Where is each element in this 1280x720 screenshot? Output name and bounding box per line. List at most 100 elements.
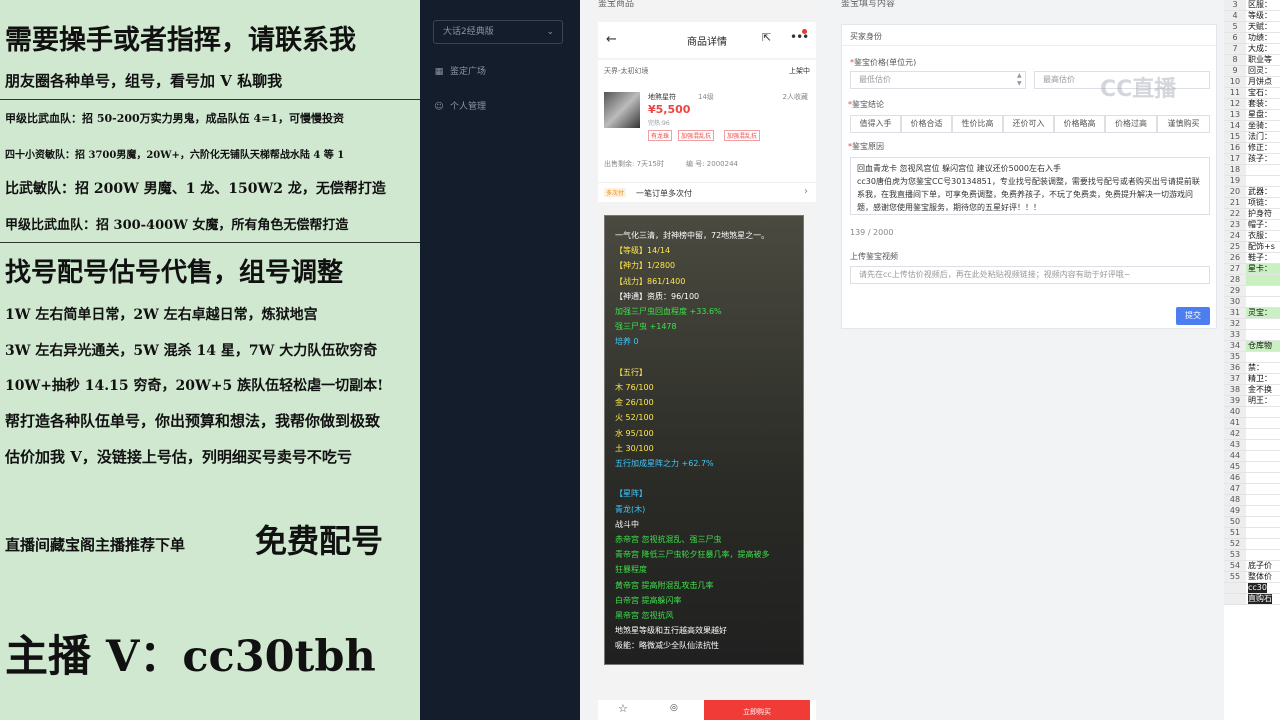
min-price-input[interactable]: 最低估价 [850,71,1026,89]
sheet-row[interactable]: 35 [1224,352,1280,363]
sheet-row[interactable]: 49 [1224,506,1280,517]
sidebar-item-personal[interactable]: ☺ 个人管理 [434,99,486,112]
sheet-row[interactable]: 54 底子价 [1224,561,1280,572]
sheet-row[interactable]: 52 [1224,539,1280,550]
sheet-row[interactable]: 40 [1224,407,1280,418]
submit-button[interactable]: 提交 [1176,307,1210,325]
row-cell: 护身符 [1248,209,1272,218]
sheet-row[interactable]: 45 [1224,462,1280,473]
row-number: 14 [1224,121,1246,131]
sheet-row[interactable]: 47 [1224,484,1280,495]
sheet-row[interactable]: 55 整体价 [1224,572,1280,583]
sidebar-item-appraisal-square[interactable]: ▦ 鉴定广场 [434,64,486,77]
sheet-row[interactable]: cc30 [1224,583,1280,594]
sheet-row[interactable]: 4 等级： [1224,11,1280,22]
installment-row[interactable]: 多次付 一笔订单多次付 › [598,182,816,202]
sheet-row[interactable]: 6 功绩： [1224,33,1280,44]
sheet-row[interactable]: 44 [1224,451,1280,462]
conclusion-option[interactable]: 性价比高 [952,115,1003,133]
sheet-row[interactable]: 50 [1224,517,1280,528]
row-number: 27 [1224,264,1246,274]
role-avatar [604,92,640,128]
buy-now-button[interactable]: 立即购买 [704,700,810,720]
sheet-row[interactable]: 17 孩子： [1224,154,1280,165]
detail-line: 白帝宫 提高躲闪率 [615,595,682,605]
sheet-row[interactable]: 25 配饰+s [1224,242,1280,253]
sheet-row[interactable]: 31 灵宝： [1224,308,1280,319]
row-number: 18 [1224,165,1246,175]
sheet-row[interactable]: 14 坐骑： [1224,121,1280,132]
conclusion-option[interactable]: 价格合适 [901,115,952,133]
stepper-icon[interactable]: ▲ ▼ [1017,72,1022,88]
share-icon[interactable]: ⇱ [762,31,771,44]
sheet-row[interactable]: 39 明王： [1224,396,1280,407]
sheet-row[interactable]: 27 星卡： [1224,264,1280,275]
content-gutter [580,0,598,720]
sheet-row[interactable]: 18 [1224,165,1280,176]
system-select-value: 大话2经典版 [443,27,494,37]
sheet-row[interactable]: 37 精卫： [1224,374,1280,385]
detail-line: 加强三尸虫回血程度 +33.6% [615,307,722,316]
sheet-row[interactable]: 42 [1224,429,1280,440]
sheet-row[interactable]: 43 [1224,440,1280,451]
sheet-row[interactable]: 33 [1224,330,1280,341]
row-number: 5 [1224,22,1246,32]
sheet-row[interactable]: 11 宝石： [1224,88,1280,99]
video-link-input[interactable]: 请先在cc上传估价视频后，再在此处粘贴视频链接；视频内容有助于好评哦~ [850,266,1210,284]
sheet-row[interactable]: 32 [1224,319,1280,330]
row-cell: 金不换 [1248,385,1272,394]
sheet-row[interactable]: 5 天赋： [1224,22,1280,33]
sheet-row[interactable]: 3 区服： [1224,0,1280,11]
grid-icon: ▦ [434,67,444,77]
sheet-row[interactable]: 22 护身符 [1224,209,1280,220]
sheet-row[interactable]: 7 大成： [1224,44,1280,55]
sheet-row[interactable]: 10 月饼点 [1224,77,1280,88]
row-number: 10 [1224,77,1246,87]
conclusion-option[interactable]: 还价可入 [1003,115,1054,133]
sheet-row[interactable]: 38 金不换 [1224,385,1280,396]
row-number: 32 [1224,319,1246,329]
sheet-row[interactable]: 24 衣服： [1224,231,1280,242]
promo-live-text: 直播间藏宝阁主播推荐下单 [5,536,186,554]
sheet-row[interactable]: 13 星盘： [1224,110,1280,121]
conclusion-option[interactable]: 价格过高 [1105,115,1157,133]
row-number: 7 [1224,44,1246,54]
sheet-row[interactable]: 21 项链： [1224,198,1280,209]
detail-line: 培养 0 [615,337,639,347]
system-select[interactable]: 大话2经典版 ⌄ [433,20,563,44]
conclusion-option[interactable]: 谨慎购买 [1157,115,1210,133]
tag-badge: 加强混乱抗 [678,130,715,141]
reason-textarea[interactable]: 回血青龙卡 忽视风宫位 躲闪宫位 建议还价5000左右入手 cc30唐伯虎为您鉴… [850,157,1210,215]
column-title: 鉴宝填写内容 [841,0,896,9]
sheet-row[interactable]: 26 鞋子： [1224,253,1280,264]
sheet-row[interactable]: 34 仓库物 [1224,341,1280,352]
sheet-row[interactable]: 9 回灵： [1224,66,1280,77]
sheet-row[interactable]: 直购石 [1224,594,1280,605]
sheet-row[interactable]: 23 帽子： [1224,220,1280,231]
sheet-row[interactable]: 36 禁： [1224,363,1280,374]
consult-icon[interactable]: ◎ [670,703,678,713]
sheet-row[interactable]: 41 [1224,418,1280,429]
sheet-row[interactable]: 19 [1224,176,1280,187]
star-icon[interactable]: ☆ [618,702,628,715]
sheet-row[interactable]: 30 [1224,297,1280,308]
conclusion-option[interactable]: 值得入手 [850,115,901,133]
tag-badge: 有龙珠 [648,130,673,141]
sheet-row[interactable]: 53 [1224,550,1280,561]
promo-team-2: 四十小资敏队：招 3700男魔，20W+，六阶化无铺队天梯帮战水陆 4 等 1 [5,150,345,161]
conclusion-label: *鉴宝结论 [848,100,884,109]
sheet-row[interactable]: 12 套装： [1224,99,1280,110]
sheet-row[interactable]: 29 [1224,286,1280,297]
sheet-row[interactable]: 8 职业等 [1224,55,1280,66]
char-counter: 139 / 2000 [850,228,894,237]
sheet-row[interactable]: 15 法门： [1224,132,1280,143]
sheet-row[interactable]: 16 修正： [1224,143,1280,154]
sheet-row[interactable]: 20 武器： [1224,187,1280,198]
promo-panel: 需要操手或者指挥，请联系我 朋友圈各种单号，组号，看号加 V 私聊我 甲级比武血… [0,0,420,720]
sheet-row[interactable]: 51 [1224,528,1280,539]
conclusion-option[interactable]: 价格略高 [1054,115,1105,133]
sheet-row[interactable]: 28 [1224,275,1280,286]
sheet-row[interactable]: 48 [1224,495,1280,506]
detail-line: 强三尸虫 +1478 [615,322,677,332]
sheet-row[interactable]: 46 [1224,473,1280,484]
